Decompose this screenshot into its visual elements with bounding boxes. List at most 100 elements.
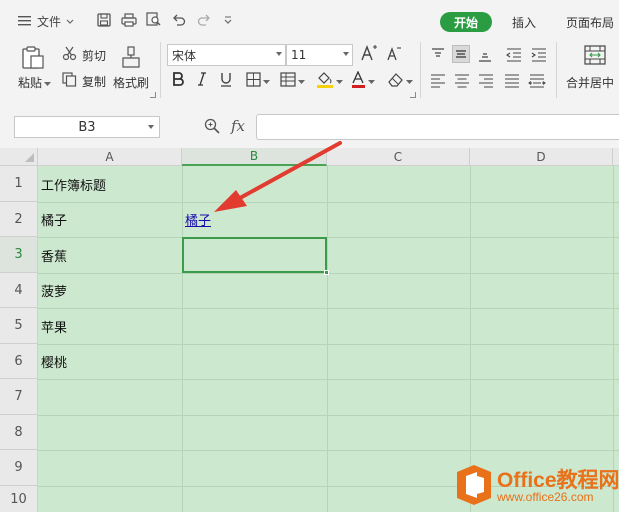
paint-bucket-icon <box>316 71 334 91</box>
format-painter-icon[interactable] <box>120 46 142 68</box>
distributed-align-button[interactable] <box>528 72 546 90</box>
selected-cell-b3[interactable] <box>182 237 327 273</box>
name-box[interactable]: B3 <box>14 116 160 138</box>
office-logo-icon <box>455 464 493 509</box>
title-bar: 文件 开始 插入 页面布局 <box>0 0 619 40</box>
row-header-8[interactable]: 8 <box>0 415 38 450</box>
cell-a2[interactable]: 橘子 <box>41 202 67 237</box>
tab-page-layout[interactable]: 页面布局 <box>566 14 614 31</box>
column-header-a[interactable]: A <box>38 148 182 166</box>
underline-button[interactable] <box>220 72 232 90</box>
find-function-button[interactable] <box>204 118 220 137</box>
formula-bar: B3 fx <box>0 104 619 148</box>
chevron-down-icon <box>148 125 154 129</box>
undo-button[interactable] <box>172 12 186 30</box>
grid-line <box>38 308 619 309</box>
paste-dropdown[interactable]: 粘贴 <box>18 74 52 91</box>
justify-button[interactable] <box>503 72 521 90</box>
font-decrease-icon <box>386 45 402 64</box>
column-header-d[interactable]: D <box>470 148 613 166</box>
chevron-down-icon <box>66 14 74 28</box>
decrease-font-size-button[interactable] <box>386 45 402 64</box>
row-header-3[interactable]: 3 <box>0 237 38 273</box>
quick-access-customize[interactable] <box>223 12 233 30</box>
grid-line <box>327 166 328 512</box>
increase-font-size-button[interactable] <box>360 44 378 67</box>
grid-line <box>38 450 619 451</box>
clipboard-group-launcher[interactable] <box>150 92 156 98</box>
italic-icon <box>197 72 207 89</box>
grid-line <box>38 202 619 203</box>
grid-line <box>182 166 183 512</box>
save-button[interactable] <box>97 12 111 30</box>
font-size-select[interactable]: 11 <box>286 44 353 66</box>
ribbon-divider <box>556 42 557 98</box>
merge-center-label: 合并居中 <box>566 76 615 90</box>
align-center-button[interactable] <box>453 72 471 90</box>
align-top-button[interactable] <box>429 46 447 64</box>
font-group-launcher[interactable] <box>410 92 416 98</box>
cell-a4[interactable]: 菠萝 <box>41 273 67 308</box>
border-button[interactable] <box>246 72 270 90</box>
zoom-search-icon <box>204 118 220 137</box>
print-button[interactable] <box>121 12 137 30</box>
select-all-corner[interactable] <box>0 148 38 166</box>
format-painter-button[interactable]: 格式刷 <box>113 74 149 91</box>
clear-format-button[interactable] <box>387 72 413 90</box>
cell-style-button[interactable] <box>280 72 305 90</box>
row-header-1[interactable]: 1 <box>0 166 38 202</box>
cut-button[interactable]: 剪切 <box>62 46 106 64</box>
copy-button[interactable]: 复制 <box>62 72 106 90</box>
formula-input[interactable] <box>256 114 619 140</box>
distributed-icon <box>528 74 546 93</box>
cell-a6[interactable]: 樱桃 <box>41 344 67 379</box>
caret-down-icon <box>298 74 305 88</box>
redo-button[interactable] <box>197 12 211 30</box>
underline-icon <box>220 72 232 90</box>
font-color-icon <box>351 70 366 91</box>
grid-line <box>38 379 619 380</box>
row-header-10[interactable]: 10 <box>0 486 38 512</box>
align-left-button[interactable] <box>429 72 447 90</box>
font-color-button[interactable] <box>351 70 375 91</box>
scissors-icon <box>62 46 77 64</box>
align-middle-button[interactable] <box>452 45 470 63</box>
bold-button[interactable] <box>172 72 184 90</box>
row-header-4[interactable]: 4 <box>0 273 38 308</box>
merge-center-button[interactable]: 合并居中 <box>566 74 614 91</box>
fill-handle[interactable] <box>324 270 329 275</box>
cell-b2-hyperlink[interactable]: 橘子 <box>185 202 211 237</box>
tab-start[interactable]: 开始 <box>440 12 492 32</box>
align-right-button[interactable] <box>477 72 495 90</box>
justify-icon <box>503 74 521 93</box>
increase-indent-button[interactable] <box>530 46 548 64</box>
tab-insert[interactable]: 插入 <box>512 14 536 31</box>
print-preview-button[interactable] <box>146 12 162 30</box>
hamburger-icon <box>18 15 32 27</box>
bold-icon <box>172 72 184 90</box>
row-header-6[interactable]: 6 <box>0 344 38 379</box>
paste-button[interactable] <box>20 46 46 73</box>
file-menu-label: 文件 <box>37 14 62 29</box>
align-bottom-button[interactable] <box>476 46 494 64</box>
fill-color-button[interactable] <box>316 71 343 91</box>
file-menu[interactable]: 文件 <box>18 12 74 30</box>
decrease-indent-button[interactable] <box>505 46 523 64</box>
cell-a3[interactable]: 香蕉 <box>41 237 67 273</box>
row-header-9[interactable]: 9 <box>0 450 38 486</box>
cell-a5[interactable]: 苹果 <box>41 308 67 344</box>
row-header-7[interactable]: 7 <box>0 379 38 415</box>
font-size-value: 11 <box>291 48 307 62</box>
italic-button[interactable] <box>197 72 207 89</box>
fx-button[interactable]: fx <box>231 117 245 135</box>
row-header-5[interactable]: 5 <box>0 308 38 344</box>
redo-icon <box>197 14 211 29</box>
cell-area[interactable]: 工作簿标题 橘子 橘子 香蕉 菠萝 苹果 樱桃 <box>38 166 619 512</box>
row-header-2[interactable]: 2 <box>0 202 38 237</box>
cell-a1[interactable]: 工作簿标题 <box>41 166 106 202</box>
align-top-icon <box>429 48 447 67</box>
column-header-c[interactable]: C <box>327 148 470 166</box>
font-name-select[interactable]: 宋体 <box>167 44 286 66</box>
column-header-b[interactable]: B <box>182 148 327 166</box>
merge-center-icon[interactable] <box>584 45 606 65</box>
